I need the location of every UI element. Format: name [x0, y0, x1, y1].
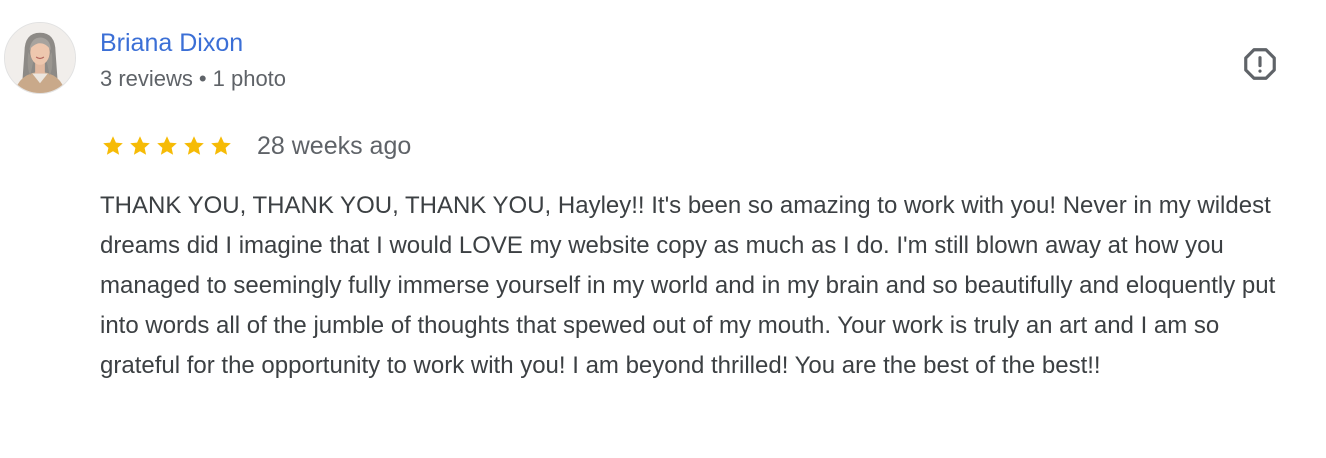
- review-date: 28 weeks ago: [257, 132, 412, 160]
- report-flag-icon: [1244, 48, 1276, 80]
- avatar-photo: [5, 23, 75, 93]
- star-rating: [101, 134, 233, 158]
- star-icon: [211, 136, 231, 155]
- photo-count: 1 photo: [212, 66, 287, 91]
- star-icon: [157, 136, 177, 155]
- review-count: 3 reviews: [100, 66, 193, 91]
- rating-row: 28 weeks ago: [101, 129, 411, 163]
- review-text: THANK YOU, THANK YOU, THANK YOU, Hayley!…: [100, 192, 1276, 379]
- star-icon: [130, 136, 150, 155]
- review-card: Briana Dixon 3 reviews • 1 photo 28 weeks …: [0, 0, 1326, 458]
- meta-separator: •: [198, 66, 207, 91]
- star-icon: [184, 136, 204, 155]
- author-name-link[interactable]: Briana Dixon: [100, 26, 243, 60]
- star-icon: [103, 136, 123, 155]
- avatar[interactable]: [4, 22, 76, 94]
- report-review-button[interactable]: [1238, 42, 1282, 86]
- author-meta: 3 reviews • 1 photo: [100, 64, 286, 94]
